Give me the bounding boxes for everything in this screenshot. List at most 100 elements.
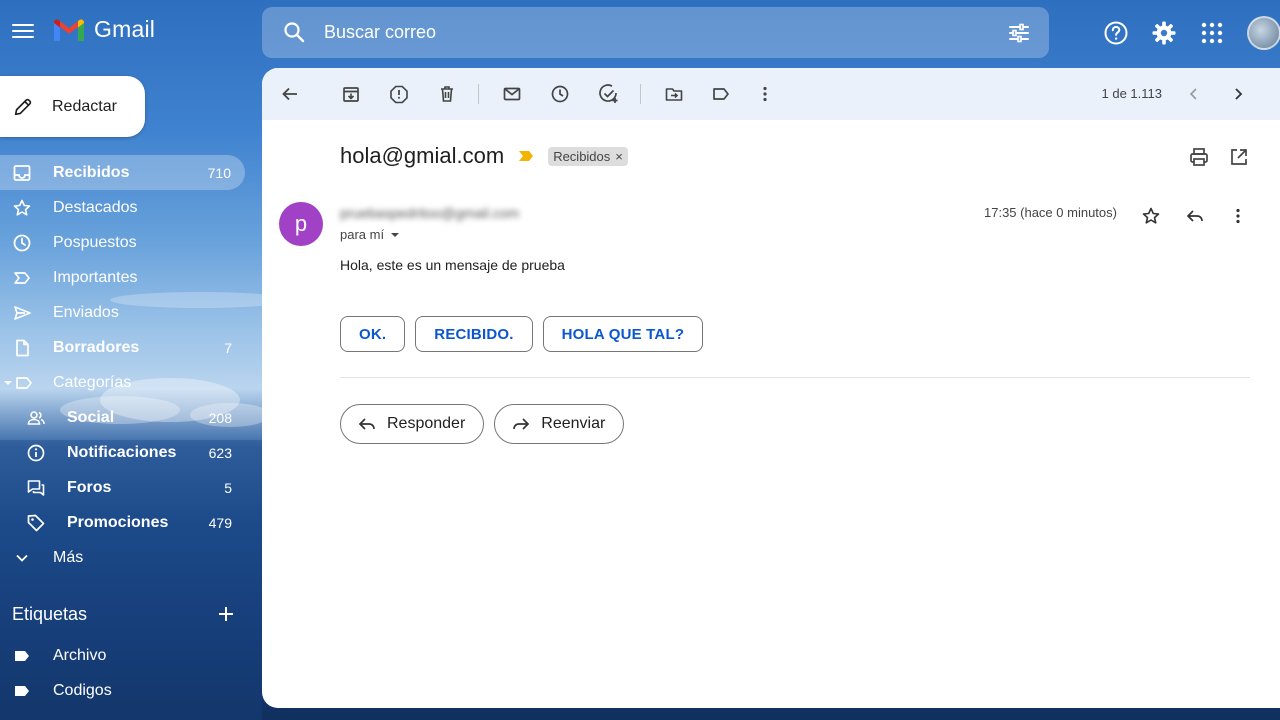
smart-reply-hola-que-tal[interactable]: HOLA QUE TAL? bbox=[542, 316, 704, 352]
smart-replies: OK. RECIBIDO. HOLA QUE TAL? bbox=[340, 316, 704, 352]
important-icon bbox=[12, 268, 32, 288]
message-body: Hola, este es un mensaje de prueba bbox=[340, 257, 565, 273]
add-label-icon[interactable] bbox=[216, 604, 236, 624]
sidebar-item-social[interactable]: Social 208 bbox=[0, 400, 246, 435]
unread-count: 623 bbox=[208, 444, 232, 461]
unread-count: 710 bbox=[207, 164, 231, 181]
sidebar-item-label: Notificaciones bbox=[67, 443, 177, 461]
sidebar-label-codigos[interactable]: Codigos bbox=[12, 676, 112, 706]
smart-reply-recibido[interactable]: RECIBIDO. bbox=[415, 316, 533, 352]
labels-section-title: Etiquetas bbox=[12, 604, 88, 624]
sidebar-item-label: Más bbox=[53, 548, 84, 566]
sidebar-item-promotions[interactable]: Promociones 479 bbox=[0, 505, 246, 540]
compose-button[interactable]: Redactar bbox=[0, 76, 145, 137]
label-icon[interactable] bbox=[709, 82, 733, 106]
details-caret-down-icon[interactable] bbox=[390, 231, 400, 239]
sender-email[interactable]: pruebaspedritoo@gmail.com bbox=[340, 205, 519, 221]
main-menu-button[interactable] bbox=[10, 20, 36, 46]
message-subject: hola@gmial.com bbox=[340, 143, 505, 168]
help-icon[interactable] bbox=[1103, 20, 1129, 46]
people-icon bbox=[26, 408, 46, 428]
sidebar-nav: Recibidos 710 Destacados Pospuestos Impo… bbox=[0, 155, 246, 575]
mark-unread-icon[interactable] bbox=[500, 82, 524, 106]
gmail-logo[interactable]: Gmail bbox=[52, 16, 155, 43]
sidebar-label-archivo[interactable]: Archivo bbox=[12, 641, 106, 671]
star-icon[interactable] bbox=[1139, 204, 1163, 228]
label-chip-text: Recibidos bbox=[553, 148, 611, 164]
label-chip[interactable]: Recibidos × bbox=[548, 146, 628, 166]
older-chevron-right-icon[interactable] bbox=[1226, 82, 1250, 106]
pencil-icon bbox=[14, 98, 32, 115]
remove-label-icon[interactable]: × bbox=[615, 149, 623, 164]
message-panel: 1 de 1.113 hola@gmial.com Recibidos × p … bbox=[262, 68, 1280, 708]
print-icon[interactable] bbox=[1188, 146, 1210, 168]
sidebar-item-inbox[interactable]: Recibidos 710 bbox=[0, 155, 245, 190]
label-name: Codigos bbox=[53, 682, 112, 699]
newer-chevron-left-icon[interactable] bbox=[1182, 82, 1206, 106]
back-arrow-icon[interactable] bbox=[278, 82, 302, 106]
sidebar-item-label: Foros bbox=[67, 478, 112, 496]
forward-label: Reenviar bbox=[541, 415, 606, 432]
label-name: Archivo bbox=[53, 647, 107, 664]
archive-icon[interactable] bbox=[339, 82, 363, 106]
label-icon bbox=[15, 686, 29, 696]
sidebar-item-updates[interactable]: Notificaciones 623 bbox=[0, 435, 246, 470]
sidebar-item-important[interactable]: Importantes bbox=[0, 260, 246, 295]
sidebar-item-more[interactable]: Más bbox=[0, 540, 246, 575]
sidebar-item-label: Promociones bbox=[67, 513, 169, 531]
add-to-tasks-icon[interactable] bbox=[597, 82, 621, 106]
reply-label: Responder bbox=[387, 415, 466, 432]
sidebar-item-drafts[interactable]: Borradores 7 bbox=[0, 330, 246, 365]
message-divider bbox=[340, 377, 1250, 378]
star-icon bbox=[12, 198, 32, 218]
sidebar-item-label: Destacados bbox=[53, 198, 138, 216]
sidebar-item-label: Pospuestos bbox=[53, 233, 137, 251]
apps-grid-icon[interactable] bbox=[1199, 20, 1225, 46]
sidebar-item-label: Importantes bbox=[53, 268, 138, 286]
search-input[interactable]: Buscar correo bbox=[324, 22, 436, 43]
sidebar-item-label: Recibidos bbox=[53, 163, 130, 181]
recipient-line[interactable]: para mí bbox=[340, 227, 400, 242]
message-toolbar: 1 de 1.113 bbox=[262, 68, 1280, 120]
message-actions: Responder Reenviar bbox=[340, 404, 625, 444]
reply-icon[interactable] bbox=[1183, 204, 1207, 228]
account-avatar[interactable] bbox=[1247, 16, 1280, 50]
smart-reply-ok[interactable]: OK. bbox=[340, 316, 406, 352]
sidebar-item-categories[interactable]: Categorías bbox=[0, 365, 246, 400]
report-spam-icon[interactable] bbox=[387, 82, 411, 106]
sender-avatar[interactable]: p bbox=[279, 202, 323, 246]
sidebar-item-label: Borradores bbox=[53, 338, 140, 356]
settings-gear-icon[interactable] bbox=[1151, 20, 1177, 46]
sidebar-item-starred[interactable]: Destacados bbox=[0, 190, 246, 225]
pagination-text: 1 de 1.113 bbox=[1101, 86, 1162, 101]
trash-icon[interactable] bbox=[435, 82, 459, 106]
sidebar-item-label: Categorías bbox=[53, 373, 132, 391]
caret-down-icon[interactable] bbox=[2, 373, 14, 393]
sidebar-item-label: Social bbox=[67, 408, 115, 426]
forward-icon bbox=[513, 418, 530, 430]
reply-button[interactable]: Responder bbox=[340, 404, 485, 444]
sidebar-item-sent[interactable]: Enviados bbox=[0, 295, 246, 330]
sidebar-item-snoozed[interactable]: Pospuestos bbox=[0, 225, 246, 260]
forward-button[interactable]: Reenviar bbox=[494, 404, 625, 444]
search-options-icon[interactable] bbox=[1007, 21, 1031, 45]
unread-count: 208 bbox=[208, 409, 232, 426]
important-marker-icon[interactable] bbox=[518, 150, 534, 162]
toolbar-divider bbox=[640, 84, 641, 104]
move-to-folder-icon[interactable] bbox=[662, 82, 686, 106]
subject-row: hola@gmial.com Recibidos × bbox=[340, 143, 628, 169]
draft-file-icon bbox=[12, 338, 32, 358]
more-vert-icon[interactable] bbox=[753, 82, 777, 106]
snooze-clock-icon[interactable] bbox=[548, 82, 572, 106]
unread-count: 479 bbox=[208, 514, 232, 531]
chevron-down-icon bbox=[12, 548, 32, 568]
sidebar-item-forums[interactable]: Foros 5 bbox=[0, 470, 246, 505]
sidebar-item-label: Enviados bbox=[53, 303, 119, 321]
compose-label: Redactar bbox=[52, 97, 117, 115]
app-name: Gmail bbox=[94, 16, 156, 42]
clock-icon bbox=[12, 233, 32, 253]
search-bar[interactable]: Buscar correo bbox=[262, 7, 1049, 58]
search-icon[interactable] bbox=[282, 20, 306, 44]
more-vert-icon[interactable] bbox=[1226, 204, 1250, 228]
open-in-new-window-icon[interactable] bbox=[1228, 146, 1250, 168]
